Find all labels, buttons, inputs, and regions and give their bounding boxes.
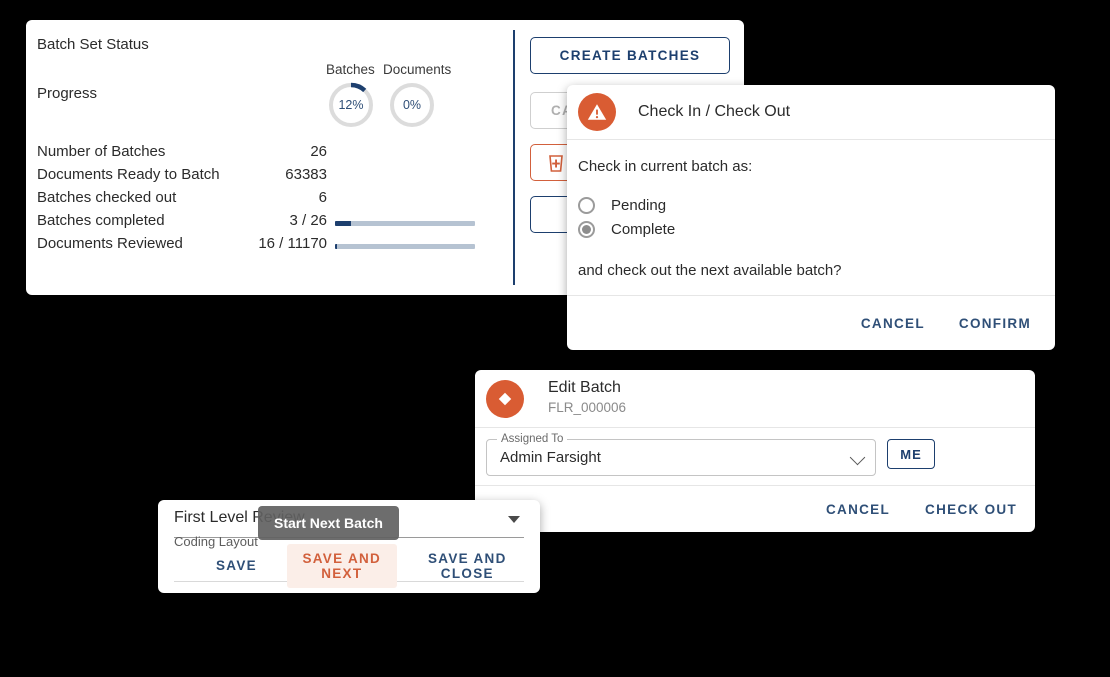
dialog-actions: CANCEL CONFIRM bbox=[567, 295, 1055, 350]
progress-ring-documents: 0% bbox=[388, 81, 436, 129]
vertical-divider bbox=[513, 30, 515, 285]
radio-pending-label: Pending bbox=[611, 197, 666, 214]
dialog-body: Check in current batch as: Pending Compl… bbox=[567, 140, 1055, 295]
assigned-to-value: Admin Farsight bbox=[500, 449, 601, 466]
create-batches-button[interactable]: CREATE BATCHES bbox=[530, 37, 730, 74]
ring-heading-documents: Documents bbox=[383, 62, 451, 77]
radio-complete-icon[interactable] bbox=[578, 221, 595, 238]
documents-reviewed-progress-bar bbox=[335, 244, 475, 249]
stat-value: 6 bbox=[187, 189, 327, 206]
dialog-question: Check in current batch as: bbox=[578, 158, 752, 175]
save-and-next-button[interactable]: SAVE AND NEXT bbox=[287, 544, 397, 588]
edit-batch-header: Edit Batch FLR_000006 bbox=[475, 370, 1035, 428]
dialog-cancel-button[interactable]: CANCEL bbox=[861, 316, 925, 331]
dialog-header: Check In / Check Out bbox=[567, 85, 1055, 140]
screen-root: Batch Set Status Progress Batches Docume… bbox=[0, 0, 1110, 677]
ring-heading-batches: Batches bbox=[326, 62, 375, 77]
edit-batch-card: Edit Batch FLR_000006 Assigned To Admin … bbox=[475, 370, 1035, 532]
coding-layout-label: Coding Layout bbox=[174, 534, 258, 549]
dialog-confirm-button[interactable]: CONFIRM bbox=[959, 316, 1031, 331]
stat-label: Batches completed bbox=[37, 212, 165, 229]
progress-ring-batches-value: 12% bbox=[327, 81, 375, 129]
assigned-to-label: Assigned To bbox=[497, 433, 567, 445]
trash-icon bbox=[547, 153, 565, 173]
check-in-check-out-dialog: Check In / Check Out Check in current ba… bbox=[567, 85, 1055, 350]
tooltip-start-next-batch: Start Next Batch bbox=[258, 506, 399, 540]
edit-batch-actions: CANCEL CHECK OUT bbox=[475, 486, 1035, 532]
edit-batch-subtitle: FLR_000006 bbox=[548, 398, 626, 418]
save-and-close-button[interactable]: SAVE AND CLOSE bbox=[411, 545, 524, 587]
assigned-to-select[interactable]: Assigned To Admin Farsight bbox=[486, 439, 876, 476]
review-action-bar: SAVE SAVE AND NEXT SAVE AND CLOSE bbox=[174, 550, 524, 582]
review-layout-card: First Level Review Coding Layout SAVE SA… bbox=[158, 500, 540, 593]
dialog-title: Check In / Check Out bbox=[638, 103, 790, 121]
diamond-badge-icon bbox=[486, 380, 524, 418]
assign-to-me-button[interactable]: ME bbox=[887, 439, 935, 469]
chevron-down-icon[interactable] bbox=[850, 450, 866, 466]
save-button[interactable]: SAVE bbox=[204, 552, 269, 579]
radio-option-pending[interactable]: Pending bbox=[578, 197, 666, 214]
stat-label: Documents Reviewed bbox=[37, 235, 183, 252]
progress-ring-documents-value: 0% bbox=[388, 81, 436, 129]
stat-value: 26 bbox=[187, 143, 327, 160]
batches-completed-progress-bar bbox=[335, 221, 475, 226]
batch-set-status-title: Batch Set Status bbox=[37, 36, 149, 53]
warning-triangle-icon bbox=[578, 93, 616, 131]
radio-complete-label: Complete bbox=[611, 221, 675, 238]
edit-batch-cancel-button[interactable]: CANCEL bbox=[826, 502, 890, 517]
edit-batch-title: Edit Batch bbox=[548, 378, 626, 398]
progress-label: Progress bbox=[37, 85, 97, 102]
dialog-footnote: and check out the next available batch? bbox=[578, 262, 842, 279]
stat-value: 63383 bbox=[187, 166, 327, 183]
chevron-down-icon[interactable] bbox=[508, 516, 520, 523]
radio-option-complete[interactable]: Complete bbox=[578, 221, 675, 238]
stat-label: Number of Batches bbox=[37, 143, 165, 160]
progress-ring-batches: 12% bbox=[327, 81, 375, 129]
stat-label: Batches checked out bbox=[37, 189, 176, 206]
edit-batch-check-out-button[interactable]: CHECK OUT bbox=[925, 502, 1017, 517]
stat-value: 3 / 26 bbox=[187, 212, 327, 229]
edit-batch-body: Assigned To Admin Farsight ME bbox=[475, 428, 1035, 486]
radio-pending-icon[interactable] bbox=[578, 197, 595, 214]
stat-value: 16 / 11170 bbox=[187, 235, 327, 252]
